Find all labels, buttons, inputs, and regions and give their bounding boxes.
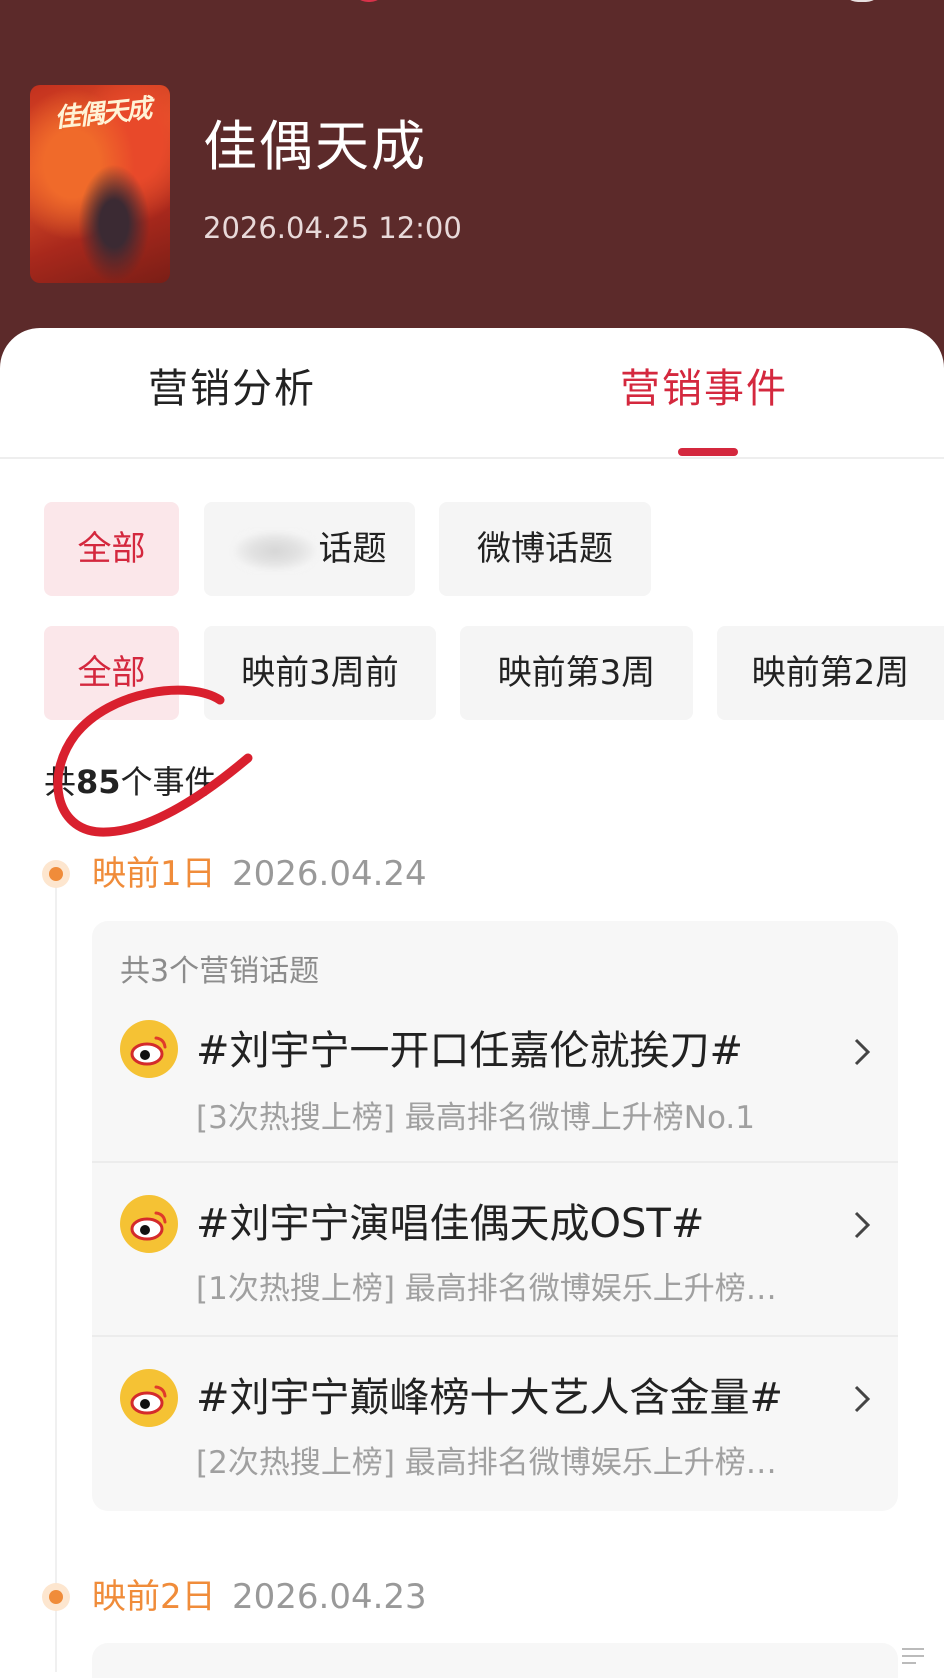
chevron-right-icon (854, 1385, 871, 1413)
timeline-day-label: 映前2日 (92, 1577, 216, 1617)
topic-row[interactable]: #刘宇宁巅峰榜十大艺人含金量# [2次热搜上榜] 最高排名微博娱乐上升榜… (92, 1337, 898, 1509)
topic-group-card-next (92, 1643, 898, 1678)
chevron-right-icon (854, 1211, 871, 1239)
timeline-dot (42, 1583, 70, 1611)
topic-title: #刘宇宁一开口任嘉伦就挨刀# (196, 1028, 744, 1074)
weibo-icon (120, 1020, 178, 1078)
topic-title: #刘宇宁演唱佳偶天成OST# (196, 1201, 705, 1247)
menu-lines-icon[interactable] (900, 1645, 928, 1667)
timeline-dot (42, 860, 70, 888)
weibo-icon (120, 1195, 178, 1253)
weibo-icon (120, 1369, 178, 1427)
topic-group-count: 共3个营销话题 (120, 954, 320, 989)
topic-title: #刘宇宁巅峰榜十大艺人含金量# (196, 1375, 784, 1421)
timeline-line (55, 872, 57, 1672)
topic-detail: [1次热搜上榜] 最高排名微博娱乐上升榜… (196, 1271, 777, 1307)
timeline-date: 2026.04.24 (232, 854, 427, 894)
topic-row[interactable]: #刘宇宁一开口任嘉伦就挨刀# [3次热搜上榜] 最高排名微博上升榜No.1 (92, 1010, 898, 1162)
topic-detail: [2次热搜上榜] 最高排名微博娱乐上升榜… (196, 1445, 777, 1481)
topic-row[interactable]: #刘宇宁演唱佳偶天成OST# [1次热搜上榜] 最高排名微博娱乐上升榜… (92, 1163, 898, 1335)
topic-detail: [3次热搜上榜] 最高排名微博上升榜No.1 (196, 1100, 755, 1136)
timeline-day-label: 映前1日 (92, 854, 216, 894)
chevron-right-icon (854, 1038, 871, 1066)
timeline-date: 2026.04.23 (232, 1577, 427, 1617)
